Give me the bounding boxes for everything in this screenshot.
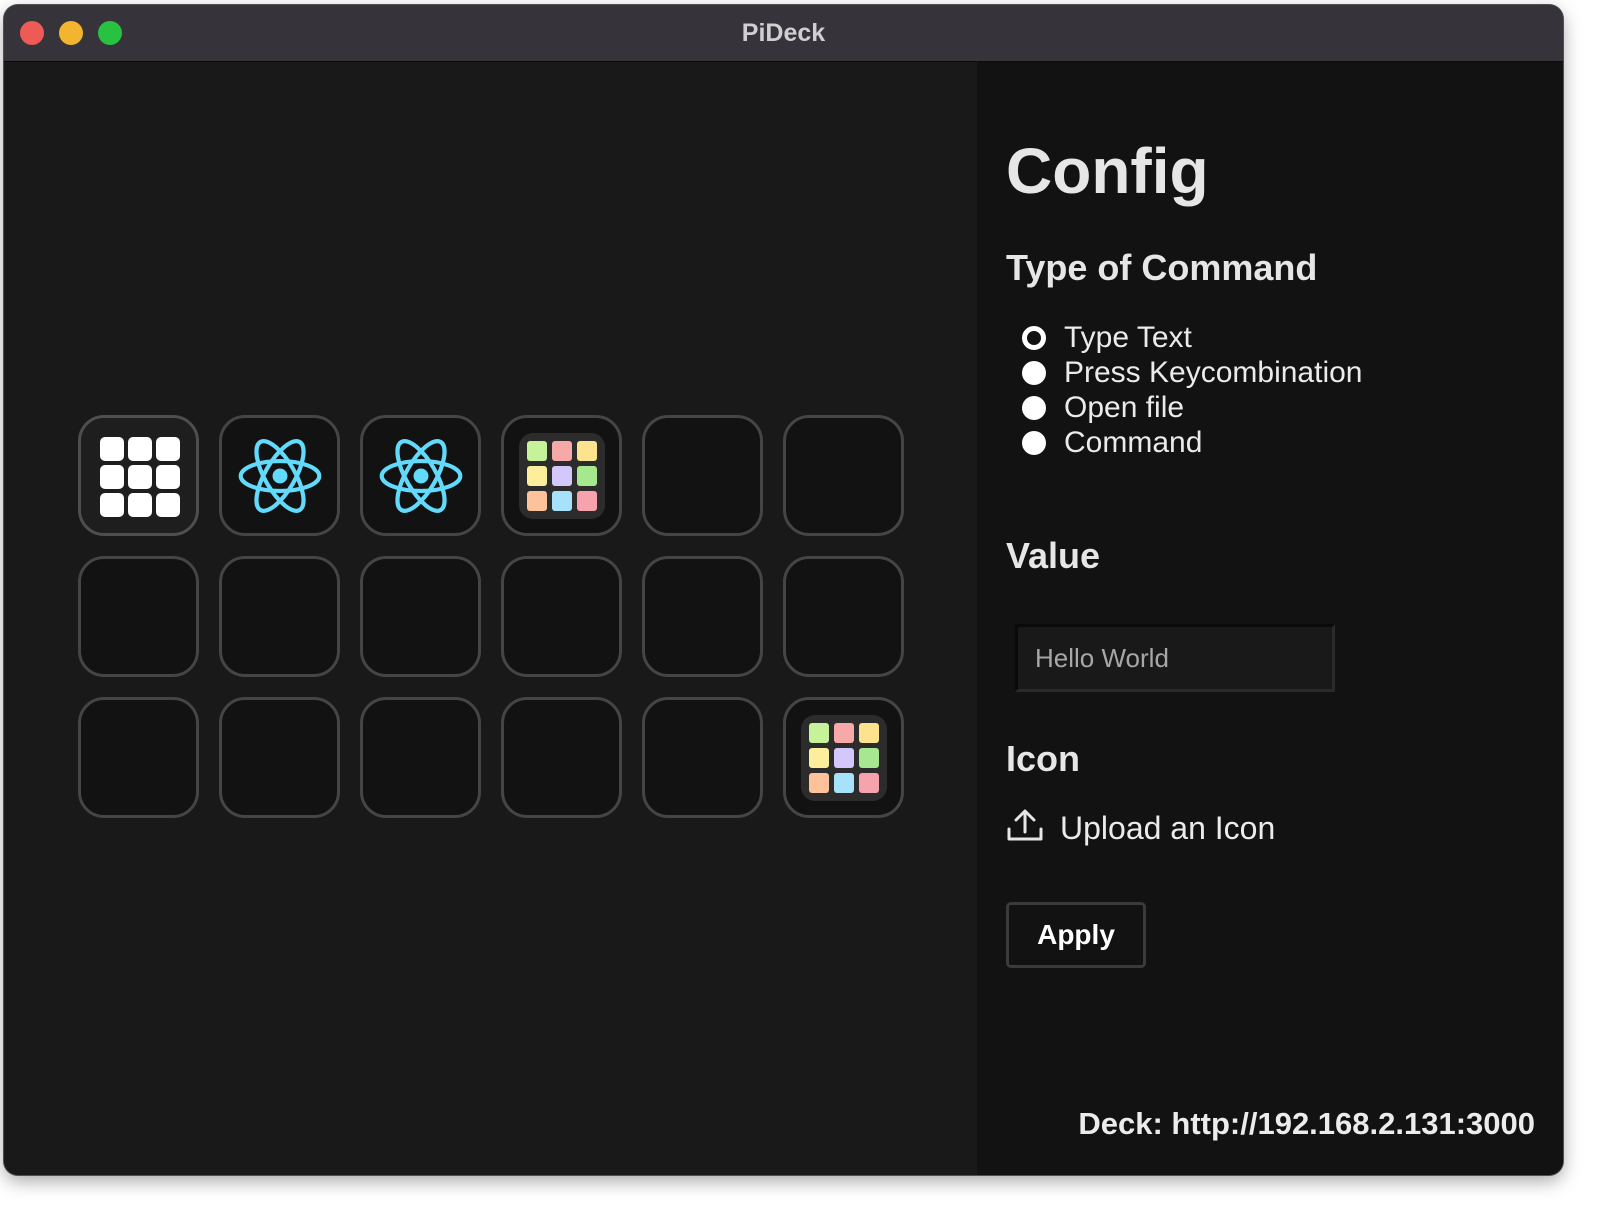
- window-title: PiDeck: [741, 19, 826, 47]
- radio-button[interactable]: [1022, 395, 1046, 420]
- command-type-option[interactable]: Type Text: [1022, 320, 1362, 355]
- config-title: Config: [1006, 135, 1209, 207]
- radio-button[interactable]: [1022, 360, 1046, 385]
- deck-button[interactable]: [78, 697, 199, 818]
- command-type-radio-group: Type Text Press Keycombination Open file Co…: [1022, 320, 1362, 460]
- deck-button[interactable]: [642, 697, 763, 818]
- react-icon: [237, 433, 323, 519]
- deck-button[interactable]: [642, 415, 763, 536]
- deck-url-text: Deck: http://192.168.2.131:3000: [1078, 1106, 1535, 1141]
- deck-button[interactable]: [642, 556, 763, 677]
- title-bar[interactable]: PiDeck: [4, 5, 1563, 62]
- upload-icon-button[interactable]: Upload an Icon: [1006, 808, 1275, 849]
- react-icon: [378, 433, 464, 519]
- command-type-label: Press Keycombination: [1064, 355, 1363, 389]
- deck-panel: [4, 62, 977, 1175]
- grid-icon: [96, 433, 182, 519]
- launchpad-icon: [518, 432, 605, 519]
- deck-button[interactable]: [78, 415, 199, 536]
- command-type-option[interactable]: Press Keycombination: [1022, 355, 1362, 390]
- deck-button[interactable]: [360, 556, 481, 677]
- deck-button[interactable]: [501, 415, 622, 536]
- command-type-heading: Type of Command: [1006, 247, 1318, 288]
- deck-button[interactable]: [219, 697, 340, 818]
- command-type-option[interactable]: Command: [1022, 425, 1362, 460]
- value-input[interactable]: [1015, 624, 1335, 692]
- radio-button[interactable]: [1022, 325, 1046, 350]
- command-type-label: Command: [1064, 425, 1203, 459]
- value-heading: Value: [1006, 535, 1101, 576]
- upload-label: Upload an Icon: [1060, 810, 1276, 846]
- deck-button[interactable]: [783, 415, 904, 536]
- command-type-label: Open file: [1064, 390, 1185, 424]
- apply-button[interactable]: Apply: [1006, 902, 1146, 968]
- icon-heading: Icon: [1006, 738, 1081, 779]
- deck-button[interactable]: [501, 697, 622, 818]
- deck-button[interactable]: [78, 556, 199, 677]
- launchpad-icon: [800, 714, 887, 801]
- app-window: PiDeck Config Type of Command Type Text P…: [4, 5, 1563, 1175]
- deck-button[interactable]: [501, 556, 622, 677]
- radio-button[interactable]: [1022, 430, 1046, 455]
- deck-button-grid: [78, 415, 904, 818]
- upload-icon: [1006, 808, 1044, 849]
- deck-button[interactable]: [360, 697, 481, 818]
- command-type-option[interactable]: Open file: [1022, 390, 1362, 425]
- deck-button[interactable]: [360, 415, 481, 536]
- deck-button[interactable]: [783, 556, 904, 677]
- command-type-label: Type Text: [1064, 320, 1192, 354]
- deck-button[interactable]: [219, 556, 340, 677]
- config-panel: Config Type of Command Type Text Press Ke…: [977, 62, 1563, 1175]
- deck-button[interactable]: [783, 697, 904, 818]
- deck-button[interactable]: [219, 415, 340, 536]
